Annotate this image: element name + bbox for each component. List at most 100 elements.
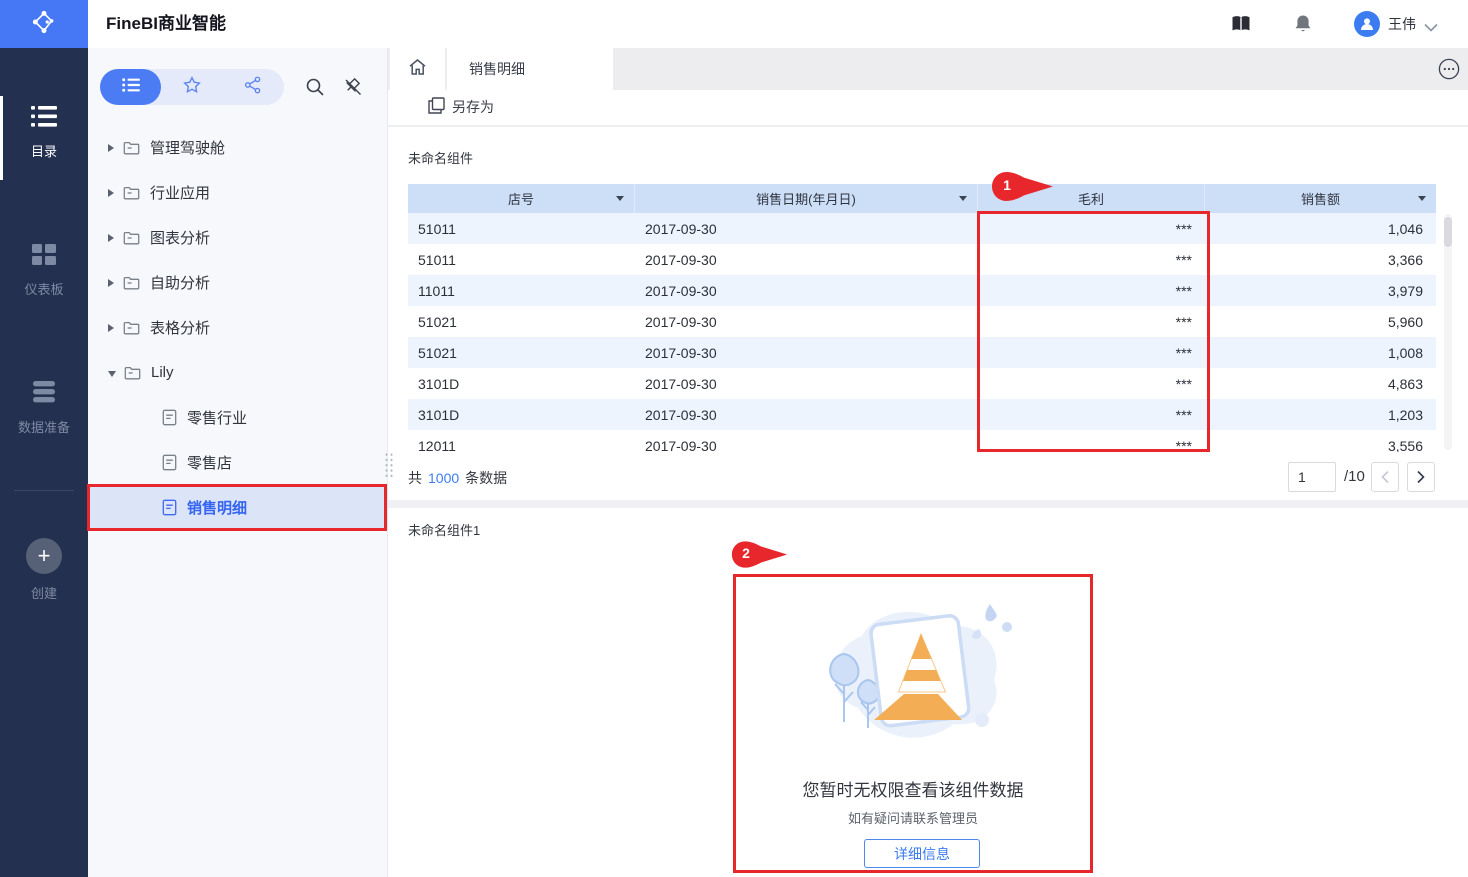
table-cell: 12011: [418, 437, 456, 453]
folder-icon: [123, 140, 140, 155]
user-name[interactable]: 王伟: [1388, 0, 1416, 48]
column-header-1[interactable]: 销售日期(年月日): [635, 184, 978, 213]
component2-title: 未命名组件1: [408, 523, 481, 538]
finebi-app: FineBI商业智能 王伟 目录 仪表板 数据准备 + 创建 管理驾驶舱 行业应…: [0, 0, 1468, 877]
prev-page-button[interactable]: [1371, 462, 1399, 492]
sidebar-tree-item-5[interactable]: Lily: [88, 350, 388, 395]
sidebar-item-data-prep[interactable]: 数据准备: [0, 381, 88, 436]
sidebar-item-create[interactable]: + 创建: [0, 538, 88, 602]
chevron-right-icon[interactable]: [108, 143, 114, 152]
top-header: FineBI商业智能 王伟: [0, 0, 1468, 48]
sidebar-item-catalog[interactable]: 目录: [0, 96, 88, 180]
logo-icon: [31, 9, 57, 40]
rail-item-label: 目录: [30, 144, 57, 159]
folder-icon: [123, 230, 140, 245]
list-icon: [121, 77, 140, 97]
table-cell: 51021: [418, 313, 457, 330]
list-icon: [31, 106, 57, 131]
database-icon: [31, 381, 57, 407]
filter-dropdown-icon[interactable]: [959, 196, 967, 205]
next-page-button[interactable]: [1407, 462, 1435, 492]
more-options-icon[interactable]: [1438, 58, 1460, 80]
table-row-7: 12011 2017-09-30 *** 3,556: [408, 430, 1436, 452]
view-switch: [100, 69, 284, 105]
page-number-input[interactable]: [1288, 462, 1336, 492]
sidebar-item-dashboard[interactable]: 仪表板: [0, 244, 88, 298]
save-as-icon: [428, 97, 445, 117]
view-switch-shared[interactable]: [223, 69, 284, 105]
chevron-down-icon[interactable]: [108, 370, 116, 377]
chevron-right-icon[interactable]: [108, 323, 114, 332]
column-label: 店号: [507, 192, 534, 207]
document-icon: [162, 454, 177, 471]
chevron-right-icon[interactable]: [108, 233, 114, 242]
column-header-3[interactable]: 销售额: [1205, 184, 1436, 213]
annotation-marker-1: 1: [990, 171, 1056, 202]
filter-dropdown-icon[interactable]: [616, 196, 624, 205]
rail-item-label: 仪表板: [24, 282, 64, 297]
table-cell: 51021: [418, 344, 457, 361]
table-row-5: 3101D 2017-09-30 *** 4,863: [408, 368, 1436, 399]
table-row-6: 3101D 2017-09-30 *** 1,203: [408, 399, 1436, 430]
table-cell: 2017-09-30: [645, 406, 717, 423]
table-cell: 4,863: [1387, 375, 1423, 392]
sidebar-tree-item-2[interactable]: 图表分析: [88, 215, 388, 260]
annotation-box-sidebar-item: [87, 484, 387, 531]
bell-icon[interactable]: [1292, 13, 1314, 35]
table-cell: 1,008: [1387, 344, 1423, 361]
page-total: /10: [1344, 468, 1365, 485]
save-as-label: 另存为: [452, 99, 494, 115]
user-avatar[interactable]: [1354, 11, 1380, 37]
unpin-icon[interactable]: [342, 76, 364, 98]
tree-item-label: 表格分析: [150, 320, 211, 337]
filter-dropdown-icon[interactable]: [1418, 196, 1426, 205]
finebi-logo[interactable]: [0, 0, 88, 48]
column-header-0[interactable]: 店号: [408, 184, 635, 213]
view-switch-list[interactable]: [100, 69, 162, 105]
column-label: 销售日期(年月日): [756, 192, 856, 207]
chevron-down-icon[interactable]: [1424, 19, 1438, 37]
table-scrollbar-track[interactable]: [1444, 214, 1452, 450]
table-cell: 3101D: [418, 375, 460, 392]
count-prefix: 共: [408, 470, 422, 486]
annotation-marker-2: 2: [731, 540, 789, 569]
search-icon[interactable]: [304, 76, 326, 98]
tree-item-label: 图表分析: [150, 230, 211, 247]
table-cell: 51011: [418, 220, 456, 237]
table-row-0: 51011 2017-09-30 *** 1,046: [408, 213, 1436, 244]
chevron-right-icon[interactable]: [108, 188, 114, 197]
table-row-3: 51021 2017-09-30 *** 5,960: [408, 306, 1436, 337]
tab-sales-detail[interactable]: 销售明细: [447, 48, 613, 90]
sidebar-tree-item-1[interactable]: 行业应用: [88, 170, 388, 215]
tab-home[interactable]: [390, 48, 445, 90]
table-cell: 2017-09-30: [645, 344, 717, 361]
table-cell: 51011: [418, 251, 456, 268]
table-row-2: 11011 2017-09-30 *** 3,979: [408, 275, 1436, 306]
record-count: 共 1000 条数据: [408, 468, 507, 488]
folder-icon: [124, 365, 141, 380]
sidebar-tree-item-6[interactable]: 零售行业: [88, 395, 388, 440]
view-switch-favorites[interactable]: [161, 69, 222, 105]
drag-handle[interactable]: [384, 452, 394, 478]
sidebar-tree-item-3[interactable]: 自助分析: [88, 260, 388, 305]
active-indicator: [0, 96, 3, 180]
table-scrollbar-thumb[interactable]: [1444, 217, 1452, 247]
sidebar-tree-item-4[interactable]: 表格分析: [88, 305, 388, 350]
folder-icon: [123, 275, 140, 290]
help-book-icon[interactable]: [1230, 13, 1252, 35]
share-icon: [244, 76, 262, 99]
table-cell: 2017-09-30: [645, 313, 717, 330]
document-icon: [162, 409, 177, 426]
tree-item-label: 零售店: [187, 455, 233, 472]
table-header-row: 店号 销售日期(年月日) 毛利 销售额: [408, 184, 1436, 213]
sidebar-tree-item-7[interactable]: 零售店: [88, 440, 388, 485]
plus-icon: +: [26, 538, 62, 574]
save-as-button[interactable]: 另存为: [428, 97, 494, 117]
count-value[interactable]: 1000: [428, 470, 459, 486]
tree-item-label: 零售行业: [187, 410, 248, 427]
table-cell: 2017-09-30: [645, 220, 717, 237]
app-title: FineBI商业智能: [106, 14, 226, 33]
toolbar: 另存为: [388, 90, 1468, 126]
chevron-right-icon[interactable]: [108, 278, 114, 287]
sidebar-tree-item-0[interactable]: 管理驾驶舱: [88, 125, 388, 170]
